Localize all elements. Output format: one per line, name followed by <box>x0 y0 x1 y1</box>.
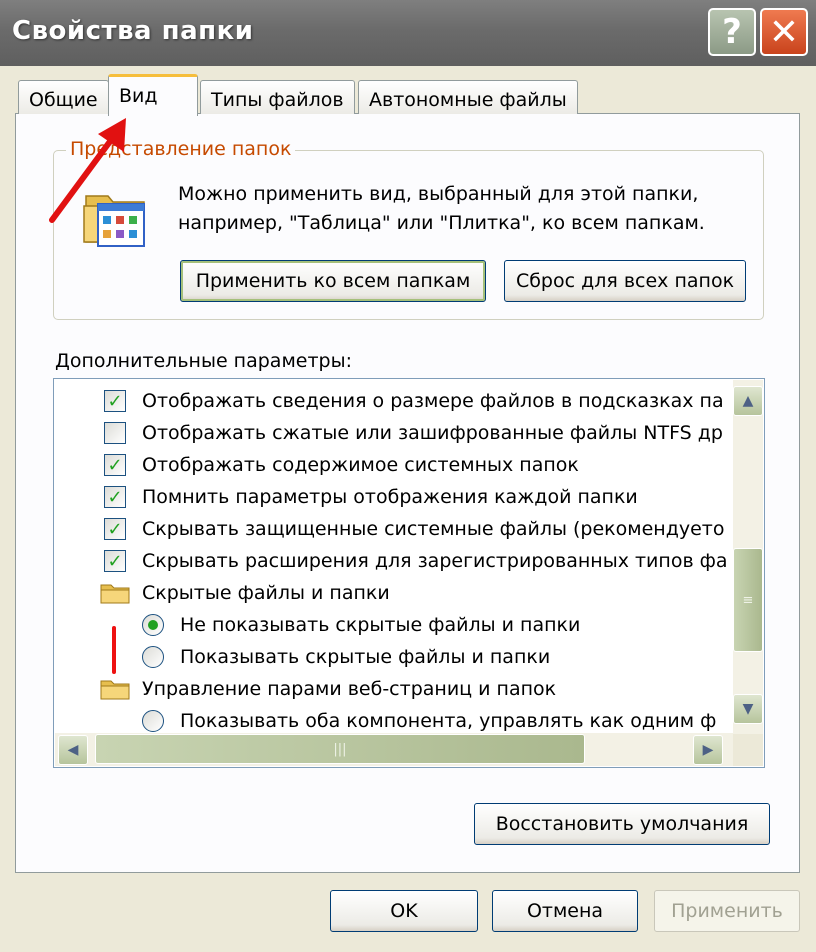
tab-label: Вид <box>119 85 158 107</box>
folder-view-description: Можно применить вид, выбранный для этой … <box>178 180 705 238</box>
apply-to-all-folders-button[interactable]: Применить ко всем папкам <box>180 260 486 302</box>
horizontal-scroll-thumb[interactable]: ||| <box>95 734 585 764</box>
checkbox[interactable]: ✓ <box>104 390 126 412</box>
restore-defaults-button[interactable]: Восстановить умолчания <box>474 803 770 845</box>
annotation-mark <box>112 626 116 674</box>
reset-all-folders-button[interactable]: Сброс для всех папок <box>504 260 746 302</box>
scroll-up-icon[interactable]: ▲ <box>733 386 763 416</box>
tab-label: Общие <box>29 89 98 111</box>
checkbox[interactable] <box>104 422 126 444</box>
checkbox[interactable]: ✓ <box>104 518 126 540</box>
checkbox[interactable]: ✓ <box>104 486 126 508</box>
list-item[interactable]: ✓ Скрывать защищенные системные файлы (р… <box>104 513 724 545</box>
tab-file-types[interactable]: Типы файлов <box>200 80 355 114</box>
vertical-scroll-thumb[interactable]: ≡ <box>733 548 763 652</box>
radio-button[interactable] <box>142 710 164 732</box>
annotation-arrow-icon <box>49 118 126 223</box>
list-item[interactable]: ✓ Отображать содержимое системных папок <box>104 449 579 481</box>
list-item-label: Помнить параметры отображения каждой пап… <box>142 486 638 508</box>
tab-offline-files[interactable]: Автономные файлы <box>358 80 578 114</box>
list-item[interactable]: ✓ Отображать сведения о размере файлов в… <box>104 385 724 417</box>
horizontal-scrollbar[interactable]: ◀ ||| ▶ <box>55 733 733 766</box>
checkbox[interactable]: ✓ <box>104 454 126 476</box>
tab-view[interactable]: Вид <box>108 74 198 116</box>
list-item-label: Скрывать защищенные системные файлы (рек… <box>142 518 725 540</box>
list-item[interactable]: Не показывать скрытые файлы и папки <box>142 609 580 641</box>
help-button[interactable]: ? <box>708 8 756 56</box>
close-button[interactable]: ✕ <box>760 8 808 56</box>
radio-selected-dot <box>148 620 158 630</box>
folder-icon <box>100 584 130 604</box>
cancel-button[interactable]: Отмена <box>492 890 638 932</box>
radio-button[interactable] <box>142 646 164 668</box>
description-line: Можно применить вид, выбранный для этой … <box>178 183 699 205</box>
list-item-label: Не показывать скрытые файлы и папки <box>180 614 581 636</box>
title-bar[interactable]: Свойства папки ? ✕ <box>0 0 816 66</box>
list-item-label: Отображать содержимое системных папок <box>142 454 579 476</box>
scroll-left-icon[interactable]: ◀ <box>58 735 88 765</box>
list-item[interactable]: ✓ Скрывать расширения для зарегистрирова… <box>104 545 728 577</box>
scroll-right-icon[interactable]: ▶ <box>693 735 723 765</box>
checkbox[interactable]: ✓ <box>104 550 126 572</box>
tab-general[interactable]: Общие <box>18 80 109 114</box>
folder-icon <box>100 680 130 700</box>
scroll-down-icon[interactable]: ▼ <box>733 694 763 724</box>
ok-button[interactable]: OK <box>330 890 478 932</box>
vertical-scrollbar[interactable]: ▲ ≡ ▼ <box>733 380 763 734</box>
list-item[interactable]: Отображать сжатые или зашифрованные файл… <box>104 417 723 449</box>
list-item-label: Управление парами веб-страниц и папок <box>142 678 557 700</box>
list-item[interactable]: Показывать скрытые файлы и папки <box>142 641 550 673</box>
list-item-label: Скрывать расширения для зарегистрированн… <box>142 550 728 572</box>
scroll-corner <box>733 734 763 766</box>
advanced-settings-label: Дополнительные параметры: <box>55 350 353 372</box>
list-item-label: Показывать оба компонента, управлять как… <box>180 710 717 732</box>
tab-label: Типы файлов <box>211 89 344 111</box>
window-title: Свойства папки <box>12 16 254 46</box>
list-group-header: Скрытые файлы и папки <box>100 577 390 609</box>
apply-button: Применить <box>654 890 800 932</box>
description-line: например, "Таблица" или "Плитка", ко все… <box>178 212 705 234</box>
radio-button[interactable] <box>142 614 164 636</box>
list-item-label: Отображать сжатые или зашифрованные файл… <box>142 422 723 444</box>
list-item-label: Скрытые файлы и папки <box>142 582 390 604</box>
list-group-header: Управление парами веб-страниц и папок <box>100 673 556 705</box>
advanced-settings-list[interactable]: ✓ Отображать сведения о размере файлов в… <box>53 378 765 768</box>
list-item-label: Показывать скрытые файлы и папки <box>180 646 551 668</box>
tab-label: Автономные файлы <box>369 89 567 111</box>
list-item[interactable]: ✓ Помнить параметры отображения каждой п… <box>104 481 638 513</box>
list-item-label: Отображать сведения о размере файлов в п… <box>142 390 724 412</box>
